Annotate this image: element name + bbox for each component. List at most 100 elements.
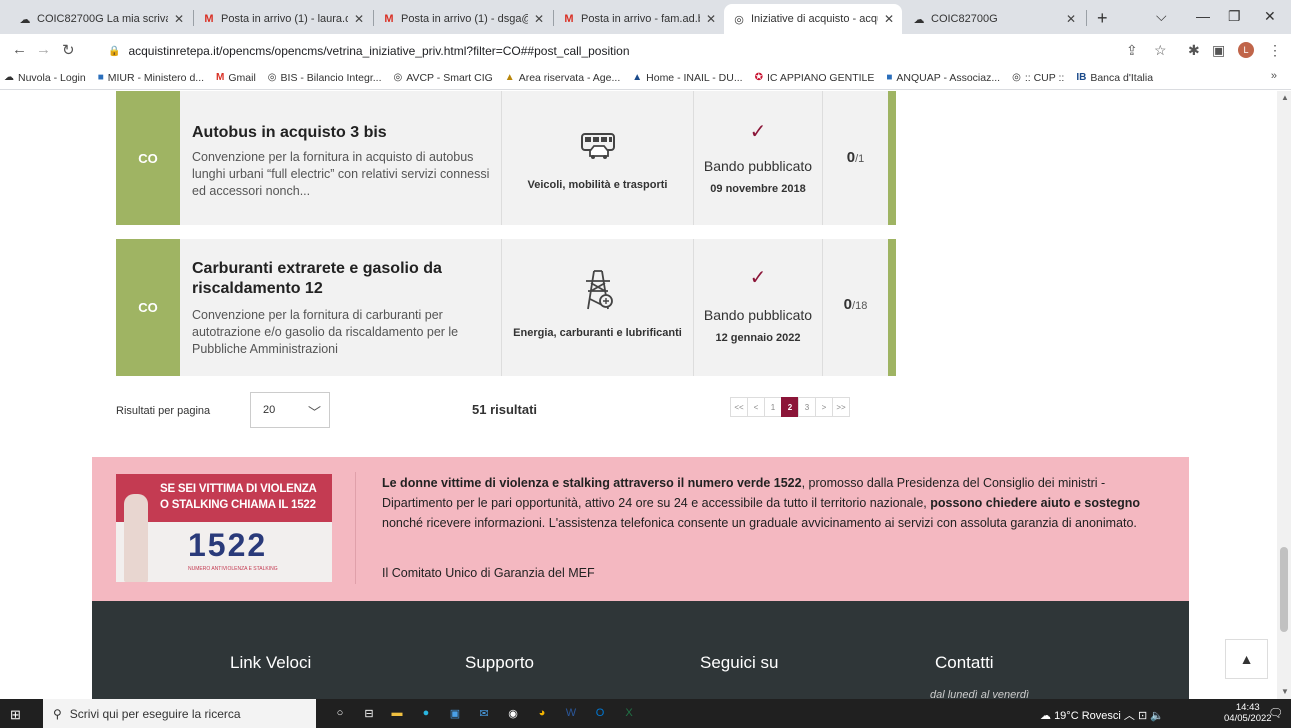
close-icon[interactable]: ✕	[534, 12, 544, 26]
initiative-description: Convenzione per la fornitura in acquisto…	[192, 150, 490, 198]
page-button[interactable]: 3	[798, 397, 816, 417]
minimize-button[interactable]: —	[1196, 8, 1210, 24]
anquap-icon: ■	[886, 72, 893, 83]
bookmark-miur[interactable]: ■ MIUR - Ministero d...	[98, 72, 204, 84]
site-footer: Link Veloci Supporto Seguici su Contatti…	[92, 601, 1189, 699]
bank-icon: IB	[1076, 72, 1087, 83]
tab-gmail-1[interactable]: M Posta in arrivo (1) - laura.dr.la ✕	[194, 4, 372, 34]
initiative-title[interactable]: Autobus in acquisto 3 bis	[192, 123, 492, 143]
scrollbar-thumb[interactable]	[1280, 547, 1288, 632]
close-window-button[interactable]: ✕	[1264, 8, 1276, 25]
bookmark-ic-appiano[interactable]: ✪ IC APPIANO GENTILE	[755, 72, 875, 84]
gmail-icon: M	[216, 72, 225, 83]
bookmark-avcp[interactable]: ◎ AVCP - Smart CIG	[394, 72, 493, 84]
inail-icon: ▲	[632, 72, 643, 83]
chrome-icon[interactable]: ◕	[533, 705, 551, 721]
next-page-button[interactable]: >	[815, 397, 833, 417]
tab-title: COIC82700G La mia scrivania	[37, 13, 168, 25]
task-view-icon[interactable]: ⊟	[360, 705, 378, 721]
close-icon[interactable]: ✕	[174, 12, 184, 26]
back-arrow-icon[interactable]: ←	[12, 41, 27, 58]
tab-title: COIC82700G	[931, 13, 998, 25]
sidepanel-icon[interactable]: ▣	[1212, 42, 1225, 59]
initiative-card[interactable]: CO Autobus in acquisto 3 bis Convenzione…	[116, 91, 896, 225]
store-icon[interactable]: ▣	[446, 705, 464, 721]
prev-page-button[interactable]: <	[747, 397, 765, 417]
footer-heading-supporto: Supporto	[465, 653, 534, 672]
clock-date: 04/05/2022	[1224, 713, 1272, 724]
mail-icon[interactable]: ✉	[475, 705, 493, 721]
tab-iniziative[interactable]: ◎ Iniziative di acquisto - acquist ✕	[724, 4, 902, 34]
chevron-up-icon: ▲	[1239, 651, 1254, 667]
network-icon[interactable]: ⊡	[1138, 710, 1147, 722]
tab-search-icon[interactable]: ⌵	[1156, 8, 1167, 25]
tray-chevron-icon[interactable]: ︿	[1124, 710, 1135, 722]
pagination: << < 1 2 3 > >>	[730, 397, 850, 417]
taskbar-search-box[interactable]: ⚲ Scrivi qui per eseguire la ricerca	[43, 699, 316, 728]
lock-icon: 🔒	[108, 45, 121, 57]
extensions-icon[interactable]: ✱	[1188, 42, 1200, 59]
bookmark-agenzia[interactable]: ▲ Area riservata - Age...	[505, 72, 620, 84]
first-page-button[interactable]: <<	[730, 397, 748, 417]
bookmarks-overflow-button[interactable]: »	[1271, 70, 1277, 82]
bookmark-gmail[interactable]: M Gmail	[216, 72, 256, 84]
current-page-button[interactable]: 2	[781, 397, 799, 417]
volume-icon[interactable]: 🔈	[1150, 710, 1164, 722]
banner-cug-link[interactable]: Il Comitato Unico di Garanzia del MEF	[382, 566, 595, 580]
initiative-status: ✓ Bando pubblicato 12 gennaio 2022	[694, 239, 823, 376]
close-icon[interactable]: ✕	[884, 12, 894, 26]
menu-dots-icon[interactable]: ⋮	[1268, 42, 1282, 59]
close-icon[interactable]: ✕	[354, 12, 364, 26]
close-icon[interactable]: ✕	[1066, 12, 1076, 26]
scroll-to-top-button[interactable]: ▲	[1225, 639, 1268, 679]
close-icon[interactable]: ✕	[706, 12, 716, 26]
bookmark-banca-italia[interactable]: IB Banca d'Italia	[1076, 72, 1153, 84]
globe-icon: ◎	[393, 72, 403, 83]
bookmark-anquap[interactable]: ■ ANQUAP - Associaz...	[886, 72, 1000, 84]
reload-icon[interactable]: ↻	[62, 41, 75, 59]
forward-arrow-icon[interactable]: →	[36, 41, 51, 58]
bookmark-inail[interactable]: ▲ Home - INAIL - DU...	[632, 72, 742, 84]
last-page-button[interactable]: >>	[832, 397, 850, 417]
counter-total: /18	[852, 300, 868, 312]
bookmark-bis[interactable]: ◎ BIS - Bilancio Integr...	[268, 72, 382, 84]
outlook-icon[interactable]: O	[591, 705, 609, 721]
scroll-down-arrow-icon[interactable]: ▼	[1281, 687, 1289, 696]
footer-heading-link-veloci: Link Veloci	[230, 653, 312, 672]
share-icon[interactable]: ⇪	[1126, 42, 1138, 59]
initiative-info: Carburanti extrarete e gasolio da riscal…	[192, 259, 492, 358]
address-bar-row: ← → ↻ 🔒 acquistinretepa.it/opencms/openc…	[0, 34, 1291, 66]
profile-avatar[interactable]: L	[1238, 42, 1254, 58]
scroll-up-arrow-icon[interactable]: ▲	[1281, 93, 1289, 102]
word-icon[interactable]: W	[562, 705, 580, 721]
excel-icon[interactable]: X	[620, 705, 638, 721]
notification-center-icon[interactable]: 🗨	[1268, 706, 1283, 720]
tab-nuvola[interactable]: ☁ COIC82700G La mia scrivania ✕	[10, 4, 192, 34]
bookmark-cup[interactable]: ◎:: CUP ::	[1012, 72, 1064, 84]
url-field[interactable]: 🔒 acquistinretepa.it/opencms/opencms/vet…	[108, 39, 1108, 63]
initiative-card[interactable]: CO Carburanti extrarete e gasolio da ris…	[116, 239, 896, 376]
tab-coic[interactable]: ☁ COIC82700G ✕	[904, 4, 1084, 34]
tab-gmail-2[interactable]: M Posta in arrivo (1) - dsga@ica ✕	[374, 4, 552, 34]
results-per-page-select[interactable]: 20 ﹀	[250, 392, 330, 428]
file-explorer-icon[interactable]: ▬	[388, 705, 406, 721]
energy-tower-icon	[502, 269, 693, 318]
star-icon[interactable]: ☆	[1154, 42, 1167, 59]
banner-image-1522[interactable]: SE SEI VITTIMA DI VIOLENZA O STALKING CH…	[116, 474, 332, 582]
page-button[interactable]: 1	[764, 397, 782, 417]
cortana-icon[interactable]: ○	[331, 705, 349, 721]
new-tab-button[interactable]: +	[1097, 8, 1108, 29]
page-scrollbar[interactable]: ▲ ▼	[1277, 91, 1291, 699]
edge-icon[interactable]: ●	[417, 705, 435, 721]
anti-violence-banner: SE SEI VITTIMA DI VIOLENZA O STALKING CH…	[92, 457, 1189, 601]
taskbar-clock[interactable]: 14:43 04/05/2022	[1224, 702, 1272, 724]
dell-icon[interactable]: ◉	[504, 705, 522, 721]
tab-gmail-3[interactable]: M Posta in arrivo - fam.ad.biffi@ ✕	[554, 4, 724, 34]
windows-start-icon[interactable]: ⊞	[10, 707, 21, 723]
cloud-icon: ☁	[913, 13, 925, 26]
restore-button[interactable]: ❐	[1228, 8, 1241, 25]
bookmark-nuvola[interactable]: ☁ Nuvola - Login	[4, 72, 86, 84]
weather-widget[interactable]: ☁ 19°C Rovesci ︿ ⊡ 🔈	[1040, 707, 1164, 723]
page-content: CO Autobus in acquisto 3 bis Convenzione…	[0, 91, 1277, 699]
initiative-title[interactable]: Carburanti extrarete e gasolio da riscal…	[192, 259, 492, 299]
